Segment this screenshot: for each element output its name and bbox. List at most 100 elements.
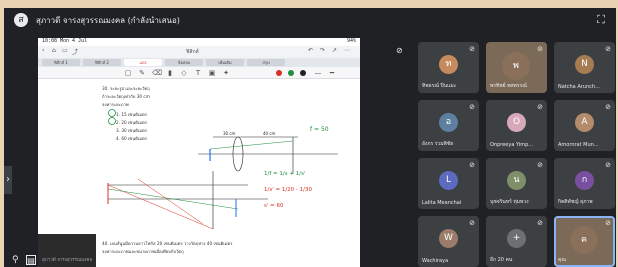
participant-name: คุณ [558, 257, 566, 263]
ray-line [209, 140, 294, 150]
participant-tile[interactable]: ⊘ O Onpreeya Yimp... [486, 100, 547, 151]
mic-off-icon: ⊘ [605, 45, 611, 53]
choice-circle [108, 109, 116, 117]
document-page: 30. ระยะรูป และระยะวัตถุ ถ้าระยะวัตถุเท่… [38, 79, 360, 267]
mic-off-icon: ⊘ [537, 103, 543, 111]
dimension-label: 30 cm [223, 131, 236, 136]
participant-tile[interactable]: ⊘ W Wachiraya [418, 216, 479, 267]
status-date: Mon 4 Jul [60, 38, 88, 44]
avatar: L [439, 171, 458, 190]
participant-name: นุชจรินทร์ ทุ่มพวง [490, 199, 529, 205]
doc-title: ฟิสิกส์ [186, 49, 199, 55]
pen-color-red[interactable] [276, 70, 282, 76]
home-icon[interactable]: ⌂ [52, 47, 56, 54]
participant-name: อีก 20 คน [490, 257, 513, 263]
formula-line: s' = 60 [264, 203, 284, 209]
avatar: พ [502, 52, 530, 80]
eraser-icon[interactable]: ⌫ [152, 69, 162, 77]
participant-name: Lalita Meanchai [422, 200, 462, 206]
mic-off-icon: ⊘ [537, 219, 543, 227]
collapse-chevron-icon[interactable]: › [4, 166, 12, 194]
pen-color-black[interactable] [300, 70, 306, 76]
status-time: 10:08 [42, 38, 58, 44]
redo-icon[interactable]: ↷ [320, 47, 325, 54]
participant-tile[interactable]: ⊘ L Lalita Meanchai [418, 158, 479, 209]
mic-off-icon: ⊘ [605, 161, 611, 169]
doc-tab[interactable]: ข้อสอบ [165, 59, 203, 66]
stroke-thin-icon[interactable]: — [314, 69, 322, 77]
participant-tile[interactable]: ⊘ นนุชจรินทร์ ทุ่มพวง [486, 158, 547, 209]
image-icon[interactable]: ▣ [208, 69, 216, 77]
laser-icon[interactable]: ✦ [222, 69, 230, 77]
participant-tile[interactable]: ⊘ + อีก 20 คน [486, 216, 547, 267]
pen-toolbar: ▢ ✎ ⌫ ▮ ◇ T ▣ ✦ — ━ [38, 67, 360, 79]
participant-tile[interactable]: ⊘ พพรทิพย์ ทศพรรณ์ [486, 42, 547, 93]
back-icon[interactable]: ‹ [42, 47, 44, 54]
avatar: ท [439, 55, 458, 74]
shape-icon[interactable]: ◇ [180, 69, 188, 77]
mic-off-icon: ⊘ [469, 161, 475, 169]
status-battery: 94% [346, 38, 356, 44]
mic-off-icon: ⊘ [537, 45, 543, 53]
pin-icon[interactable]: ⚲ [12, 255, 22, 265]
participant-name: อังกร รวมพิชัย [422, 141, 454, 147]
formula-line: 1/f = 1/s + 1/s' [264, 171, 305, 177]
participant-name: Onpreeya Yimp... [490, 142, 534, 148]
participant-tile[interactable]: ⊘ ออังกร รวมพิชัย [418, 100, 479, 151]
participant-tile[interactable]: ⊘ กกิตติพัชญ์ สุภาพ [554, 158, 615, 209]
participant-tile[interactable]: ⊘ A Amornrat Mun... [554, 100, 615, 151]
mic-off-icon: ⊘ [605, 219, 611, 227]
doc-tab[interactable]: เพิ่มเติม [206, 59, 244, 66]
undo-icon[interactable]: ↶ [308, 47, 313, 54]
formula-line: 1/s' = 1/20 - 1/30 [264, 187, 313, 193]
doc-tab[interactable]: ฟิสิกส์ 1 [42, 59, 80, 66]
doc-toolbar: ‹ ⌂ ▭ ⤴ ฟิสิกส์ ↶ ↷ ↗ ⋯ [38, 46, 360, 58]
more-icon[interactable]: ⋯ [344, 47, 350, 54]
avatar: A [575, 113, 594, 132]
export-icon[interactable]: ↗ [332, 47, 337, 54]
text-icon[interactable]: T [194, 69, 202, 77]
avatar: ก [575, 171, 594, 190]
participant-tile[interactable]: ⊘ N Natcha Arunch... [554, 42, 615, 93]
doc-tab-active[interactable]: แสง [124, 59, 162, 66]
participant-tile[interactable]: ⊘ คคุณ [554, 216, 615, 267]
fullscreen-icon[interactable]: ⛶ [594, 13, 608, 27]
avatar: + [507, 229, 526, 248]
stroke-thick-icon[interactable]: ━ [328, 69, 336, 77]
avatar: ค [570, 226, 598, 254]
avatar: อ [439, 113, 458, 132]
lens-diagram: 30 cm 40 cm f = 50 [198, 126, 338, 174]
mic-off-icon: ⊘ [605, 103, 611, 111]
avatar: W [439, 229, 458, 248]
pen-color-green[interactable] [288, 70, 294, 76]
presenter-avatar: ส [14, 13, 28, 27]
mic-off-icon: ⊘ [469, 219, 475, 227]
tablet-status-bar: 10:08 Mon 4 Jul 94% [38, 38, 360, 46]
share-icon[interactable]: ⤴ [72, 47, 78, 56]
presenter-title: สุภาวดี จารงสุวรรณมงคล (กำลังนำเสนอ) [36, 16, 180, 25]
top-bar: ส สุภาวดี จารงสุวรรณมงคล (กำลังนำเสนอ) ⛶ [4, 8, 616, 32]
choice-circles [108, 109, 116, 125]
participant-tile[interactable]: ⊘ ททิพธรณ์ ปิ่นแมะ [418, 42, 479, 93]
doc-tab[interactable]: ฟิสิกส์ 2 [83, 59, 121, 66]
mic-off-icon: ⊘ [469, 103, 475, 111]
focal-label: f = 50 [310, 126, 329, 133]
doc-tabs: ฟิสิกส์ 1 ฟิสิกส์ 2 แสง ข้อสอบ เพิ่มเติม… [38, 58, 360, 67]
stage-caption: สุภาวดี จารงสุวรรณมงคล [42, 258, 93, 263]
footer-text: จงหาระยะภาพและขนาดภาพเมื่อเทียบกับวัตถุ [102, 248, 184, 255]
participant-name: ทิพธรณ์ ปิ่นแมะ [422, 83, 457, 89]
mic-off-icon: ⊘ [537, 161, 543, 169]
pen-icon[interactable]: ✎ [138, 69, 146, 77]
highlighter-icon[interactable]: ▮ [166, 69, 174, 77]
participant-name: Wachiraya [422, 258, 449, 264]
screen-share: 10:08 Mon 4 Jul 94% ‹ ⌂ ▭ ⤴ ฟิสิกส์ ↶ ↷ … [38, 38, 360, 267]
formula-block: 1/f = 1/s + 1/s' 1/s' = 1/20 - 1/30 s' =… [264, 171, 313, 209]
ray-diagram [107, 171, 268, 230]
pages-icon[interactable]: ▭ [62, 47, 68, 54]
present-to-all-icon[interactable]: ▤ [26, 255, 36, 265]
choice-circle [108, 117, 116, 125]
participant-name: พรทิพย์ ทศพรรณ์ [490, 83, 527, 89]
lasso-icon[interactable]: ▢ [124, 69, 132, 77]
doc-tab[interactable]: สรุป [247, 59, 285, 66]
dimension-label: 40 cm [263, 131, 276, 136]
